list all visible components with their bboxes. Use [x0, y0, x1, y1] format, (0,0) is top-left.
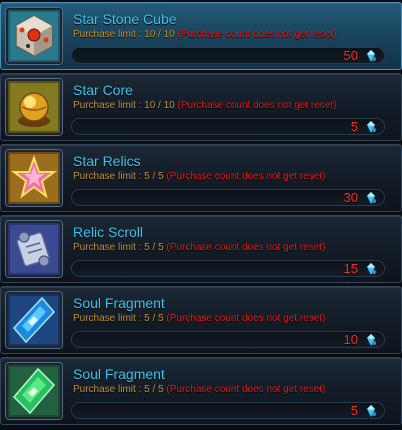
crystal-gem-icon	[365, 50, 377, 62]
purchase-limit-label: Purchase limit :	[73, 384, 145, 395]
star-relics-icon	[6, 150, 62, 206]
shop-item-row[interactable]: Star Core Purchase limit : 10 / 10 (Purc…	[0, 73, 402, 141]
purchase-limit-line: Purchase limit : 10 / 10 (Purchase count…	[73, 29, 337, 40]
relic-scroll-icon	[6, 221, 62, 277]
soul-fragment-green-icon	[6, 363, 62, 419]
crystal-gem-icon	[365, 121, 377, 133]
price-bar: 5	[71, 402, 385, 419]
purchase-limit-line: Purchase limit : 5 / 5 (Purchase count d…	[73, 384, 325, 395]
purchase-limit-label: Purchase limit :	[73, 100, 145, 111]
reset-note: (Purchase count does not get reset)	[177, 100, 337, 111]
star-core-icon	[6, 79, 62, 135]
crystal-gem-icon	[365, 405, 377, 417]
purchase-limit-value: 5 / 5	[144, 242, 164, 253]
purchase-limit-value: 5 / 5	[144, 384, 164, 395]
purchase-limit-line: Purchase limit : 5 / 5 (Purchase count d…	[73, 313, 325, 324]
purchase-limit-value: 10 / 10	[144, 29, 175, 40]
reset-note: (Purchase count does not get reset)	[166, 171, 326, 182]
item-price: 10	[343, 332, 358, 347]
purchase-limit-label: Purchase limit :	[73, 242, 145, 253]
price-bar: 5	[71, 118, 385, 135]
purchase-limit-line: Purchase limit : 10 / 10 (Purchase count…	[73, 100, 337, 111]
shop-item-list: Star Stone Cube Purchase limit : 10 / 10…	[0, 0, 402, 430]
crystal-gem-icon	[365, 192, 377, 204]
item-price: 5	[350, 403, 358, 418]
item-price: 15	[343, 261, 358, 276]
item-name: Soul Fragment	[73, 366, 165, 382]
purchase-limit-value: 5 / 5	[144, 171, 164, 182]
shop-item-row[interactable]: Relic Scroll Purchase limit : 5 / 5 (Pur…	[0, 215, 402, 283]
price-bar: 30	[71, 189, 385, 206]
reset-note: (Purchase count does not get reset)	[166, 242, 326, 253]
price-bar: 10	[71, 331, 385, 348]
item-name: Soul Fragment	[73, 295, 165, 311]
price-bar: 50	[71, 47, 385, 64]
star-stone-cube-icon	[6, 8, 62, 64]
purchase-limit-value: 10 / 10	[144, 100, 175, 111]
crystal-gem-icon	[365, 263, 377, 275]
item-price: 5	[350, 119, 358, 134]
item-price: 30	[343, 190, 358, 205]
soul-fragment-blue-icon	[6, 292, 62, 348]
purchase-limit-line: Purchase limit : 5 / 5 (Purchase count d…	[73, 171, 325, 182]
purchase-limit-label: Purchase limit :	[73, 171, 145, 182]
purchase-limit-value: 5 / 5	[144, 313, 164, 324]
reset-note: (Purchase count does not get reset)	[166, 313, 326, 324]
purchase-limit-label: Purchase limit :	[73, 313, 145, 324]
shop-item-row[interactable]: Soul Fragment Purchase limit : 5 / 5 (Pu…	[0, 357, 402, 425]
shop-item-row[interactable]: Star Stone Cube Purchase limit : 10 / 10…	[0, 2, 402, 70]
item-name: Star Core	[73, 82, 133, 98]
reset-note: (Purchase count does not get reset)	[166, 384, 326, 395]
crystal-gem-icon	[365, 334, 377, 346]
item-name: Star Relics	[73, 153, 141, 169]
price-bar: 15	[71, 260, 385, 277]
item-name: Relic Scroll	[73, 224, 144, 240]
item-price: 50	[343, 48, 358, 63]
purchase-limit-label: Purchase limit :	[73, 29, 145, 40]
item-name: Star Stone Cube	[73, 11, 177, 27]
reset-note: (Purchase count does not get reset)	[177, 29, 337, 40]
shop-item-row[interactable]: Star Relics Purchase limit : 5 / 5 (Purc…	[0, 144, 402, 212]
shop-item-row[interactable]: Soul Fragment Purchase limit : 5 / 5 (Pu…	[0, 286, 402, 354]
purchase-limit-line: Purchase limit : 5 / 5 (Purchase count d…	[73, 242, 325, 253]
